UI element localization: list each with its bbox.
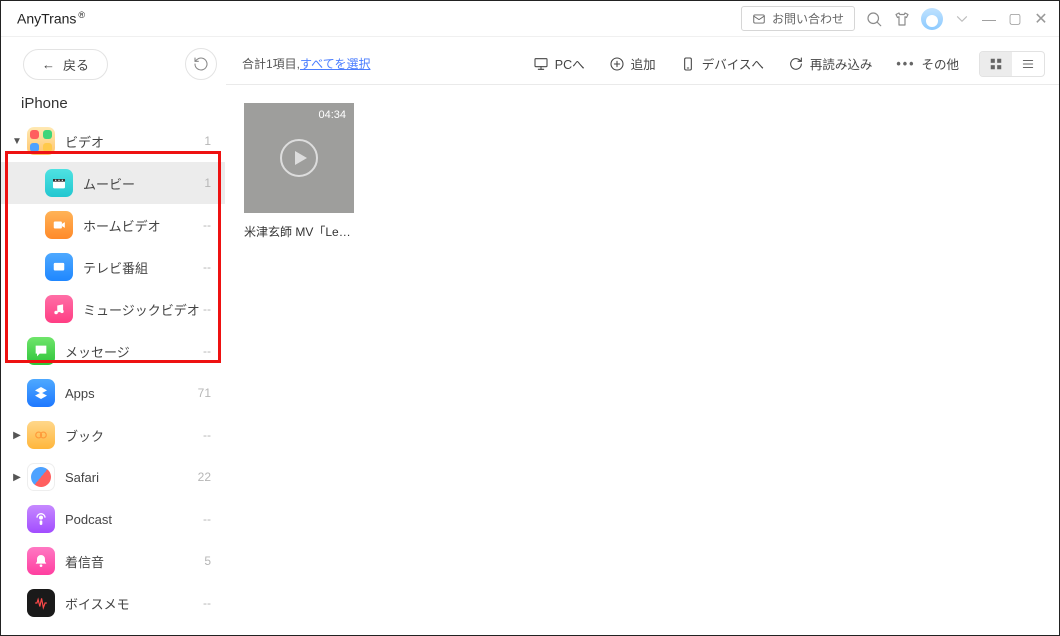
video-thumbnail[interactable]: 04:34 米津玄師 MV「Lem... bbox=[244, 103, 356, 240]
sidebar-item-msg[interactable]: ▶メッセージ-- bbox=[1, 330, 225, 372]
podcast-icon bbox=[27, 505, 55, 533]
user-avatar[interactable] bbox=[921, 8, 943, 30]
monitor-icon bbox=[533, 56, 549, 72]
sidebar-item-voice[interactable]: ▶ボイスメモ-- bbox=[1, 582, 225, 624]
sidebar-item-label: ボイスメモ bbox=[65, 594, 203, 613]
sidebar-item-safari[interactable]: ▶ Safari22 bbox=[1, 456, 225, 498]
app-title: AnyTrans® bbox=[17, 10, 85, 27]
msg-icon bbox=[27, 337, 55, 365]
refresh-icon bbox=[193, 56, 209, 72]
sidebar-item-label: ブック bbox=[65, 426, 203, 445]
device-name: iPhone bbox=[1, 85, 225, 120]
mail-icon bbox=[752, 12, 766, 26]
list-view-button[interactable] bbox=[1012, 52, 1044, 76]
chevron-icon: ▶ bbox=[11, 430, 23, 441]
item-summary: 合計1項目,すべてを選択 bbox=[242, 55, 370, 72]
sidebar-item-apps[interactable]: ▶Apps71 bbox=[1, 372, 225, 414]
sidebar-item-label: メッセージ bbox=[65, 342, 203, 361]
other-button[interactable]: ••• その他 bbox=[884, 48, 971, 80]
home-icon bbox=[45, 211, 73, 239]
sidebar-item-book[interactable]: ▶ ブック-- bbox=[1, 414, 225, 456]
sidebar-item-home[interactable]: ▶ホームビデオ-- bbox=[1, 204, 225, 246]
grid-view-button[interactable] bbox=[980, 52, 1012, 76]
search-icon[interactable] bbox=[865, 10, 883, 28]
arrow-left-icon: ← bbox=[42, 57, 55, 72]
sidebar-item-label: 着信音 bbox=[65, 552, 204, 571]
sidebar-item-count: -- bbox=[203, 260, 211, 274]
thumbnail-image: 04:34 bbox=[244, 103, 354, 213]
sidebar-item-count: -- bbox=[203, 302, 211, 316]
contact-button[interactable]: お問い合わせ bbox=[741, 6, 855, 31]
to-device-button[interactable]: デバイスへ bbox=[668, 48, 776, 80]
content-toolbar: 合計1項目,すべてを選択 PCへ 追加 デバイスへ 再読み込み bbox=[226, 43, 1059, 85]
ring-icon bbox=[27, 547, 55, 575]
sidebar-item-label: ホームビデオ bbox=[83, 216, 203, 235]
voice-icon bbox=[27, 589, 55, 617]
list-icon bbox=[1021, 57, 1035, 71]
sidebar-item-label: Apps bbox=[65, 386, 198, 401]
apps-icon bbox=[27, 379, 55, 407]
sidebar-list: ▼ビデオ1▶ムービー1▶ホームビデオ--▶テレビ番組--▶ミュージックビデオ--… bbox=[1, 120, 225, 635]
plus-circle-icon bbox=[609, 56, 625, 72]
sidebar-item-count: -- bbox=[203, 512, 211, 526]
sidebar-item-count: 71 bbox=[198, 386, 211, 400]
tv-icon bbox=[45, 253, 73, 281]
sidebar-item-count: -- bbox=[203, 428, 211, 442]
minimize-button[interactable]: — bbox=[981, 11, 997, 27]
video-icon bbox=[27, 127, 55, 155]
close-button[interactable]: ✕ bbox=[1033, 9, 1049, 29]
sidebar-item-label: Safari bbox=[65, 470, 198, 485]
sidebar: ← 戻る iPhone ▼ビデオ1▶ムービー1▶ホームビデオ--▶テレビ番組--… bbox=[1, 37, 225, 635]
content-area: 合計1項目,すべてを選択 PCへ 追加 デバイスへ 再読み込み bbox=[225, 37, 1059, 635]
sidebar-item-label: ビデオ bbox=[65, 132, 204, 151]
grid-icon bbox=[989, 57, 1003, 71]
sidebar-item-tv[interactable]: ▶テレビ番組-- bbox=[1, 246, 225, 288]
sidebar-item-count: 22 bbox=[198, 470, 211, 484]
movie-icon bbox=[45, 169, 73, 197]
sidebar-refresh-button[interactable] bbox=[185, 48, 217, 80]
sidebar-item-count: -- bbox=[203, 218, 211, 232]
sidebar-item-count: 1 bbox=[204, 176, 211, 190]
to-pc-button[interactable]: PCへ bbox=[521, 48, 597, 80]
phone-icon bbox=[680, 56, 696, 72]
reload-button[interactable]: 再読み込み bbox=[776, 48, 885, 80]
view-toggle bbox=[979, 51, 1045, 77]
sidebar-item-count: -- bbox=[203, 596, 211, 610]
mv-icon bbox=[45, 295, 73, 323]
duration-label: 04:34 bbox=[318, 109, 346, 121]
add-button[interactable]: 追加 bbox=[597, 48, 668, 80]
item-grid: 04:34 米津玄師 MV「Lem... bbox=[226, 85, 1059, 258]
titlebar: AnyTrans® お問い合わせ — ▢ ✕ bbox=[1, 1, 1059, 37]
back-button[interactable]: ← 戻る bbox=[23, 49, 108, 80]
book-icon bbox=[27, 421, 55, 449]
sidebar-item-count: -- bbox=[203, 344, 211, 358]
select-all-link[interactable]: すべてを選択 bbox=[300, 57, 370, 71]
safari-icon bbox=[27, 463, 55, 491]
maximize-button[interactable]: ▢ bbox=[1007, 10, 1023, 27]
chevron-down-icon[interactable] bbox=[953, 10, 971, 28]
sidebar-item-label: ムービー bbox=[83, 174, 204, 193]
sidebar-item-video[interactable]: ▼ ビデオ1 bbox=[1, 120, 225, 162]
chevron-icon: ▼ bbox=[11, 136, 23, 147]
reload-icon bbox=[788, 56, 804, 72]
sidebar-item-podcast[interactable]: ▶Podcast-- bbox=[1, 498, 225, 540]
sidebar-item-mv[interactable]: ▶ミュージックビデオ-- bbox=[1, 288, 225, 330]
play-icon bbox=[280, 139, 318, 177]
back-label: 戻る bbox=[63, 55, 89, 74]
dots-icon: ••• bbox=[896, 57, 915, 71]
sidebar-item-count: 5 bbox=[204, 554, 211, 568]
sidebar-item-count: 1 bbox=[204, 134, 211, 148]
sidebar-item-label: テレビ番組 bbox=[83, 258, 203, 277]
sidebar-item-movie[interactable]: ▶ムービー1 bbox=[1, 162, 225, 204]
thumbnail-caption: 米津玄師 MV「Lem... bbox=[244, 223, 356, 240]
sidebar-item-ring[interactable]: ▶着信音5 bbox=[1, 540, 225, 582]
shirt-icon[interactable] bbox=[893, 10, 911, 28]
sidebar-item-label: Podcast bbox=[65, 512, 203, 527]
chevron-icon: ▶ bbox=[11, 472, 23, 483]
sidebar-item-label: ミュージックビデオ bbox=[83, 300, 203, 319]
contact-label: お問い合わせ bbox=[772, 10, 844, 27]
